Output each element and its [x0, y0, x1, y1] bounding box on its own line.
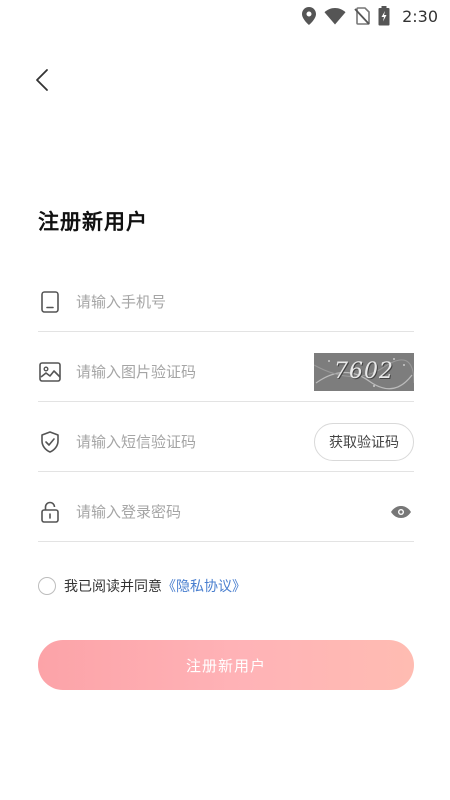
battery-charging-icon — [378, 6, 390, 26]
lock-icon — [38, 500, 62, 524]
password-input[interactable] — [76, 491, 388, 532]
image-code-field-row: 7602 — [38, 342, 414, 402]
status-bar: 2:30 — [0, 0, 450, 32]
get-code-button[interactable]: 获取验证码 — [314, 422, 414, 461]
agreement-row: 我已阅读并同意 《隐私协议》 — [38, 576, 246, 596]
wifi-icon — [324, 7, 346, 25]
location-icon — [302, 7, 317, 25]
password-field-row — [38, 482, 414, 542]
status-time: 2:30 — [402, 6, 438, 26]
shield-check-icon — [38, 430, 62, 454]
captcha-image[interactable]: 7602 — [314, 352, 414, 391]
sms-code-input[interactable] — [76, 421, 314, 462]
agreement-checkbox[interactable] — [38, 577, 56, 595]
register-button[interactable]: 注册新用户 — [38, 640, 414, 690]
image-icon — [38, 360, 62, 384]
captcha-text: 7602 — [334, 359, 394, 384]
back-button[interactable] — [28, 66, 56, 98]
page-title: 注册新用户 — [38, 210, 148, 234]
sms-code-field-row: 获取验证码 — [38, 412, 414, 472]
agreement-text: 我已阅读并同意 — [64, 579, 162, 595]
privacy-policy-link[interactable]: 《隐私协议》 — [162, 576, 246, 596]
phone-input[interactable] — [76, 281, 414, 322]
image-code-input[interactable] — [76, 351, 314, 392]
phone-icon — [38, 290, 62, 314]
chevron-left-icon — [35, 68, 49, 96]
eye-icon[interactable] — [388, 500, 414, 524]
phone-field-row — [38, 272, 414, 332]
no-sim-icon — [354, 7, 370, 25]
